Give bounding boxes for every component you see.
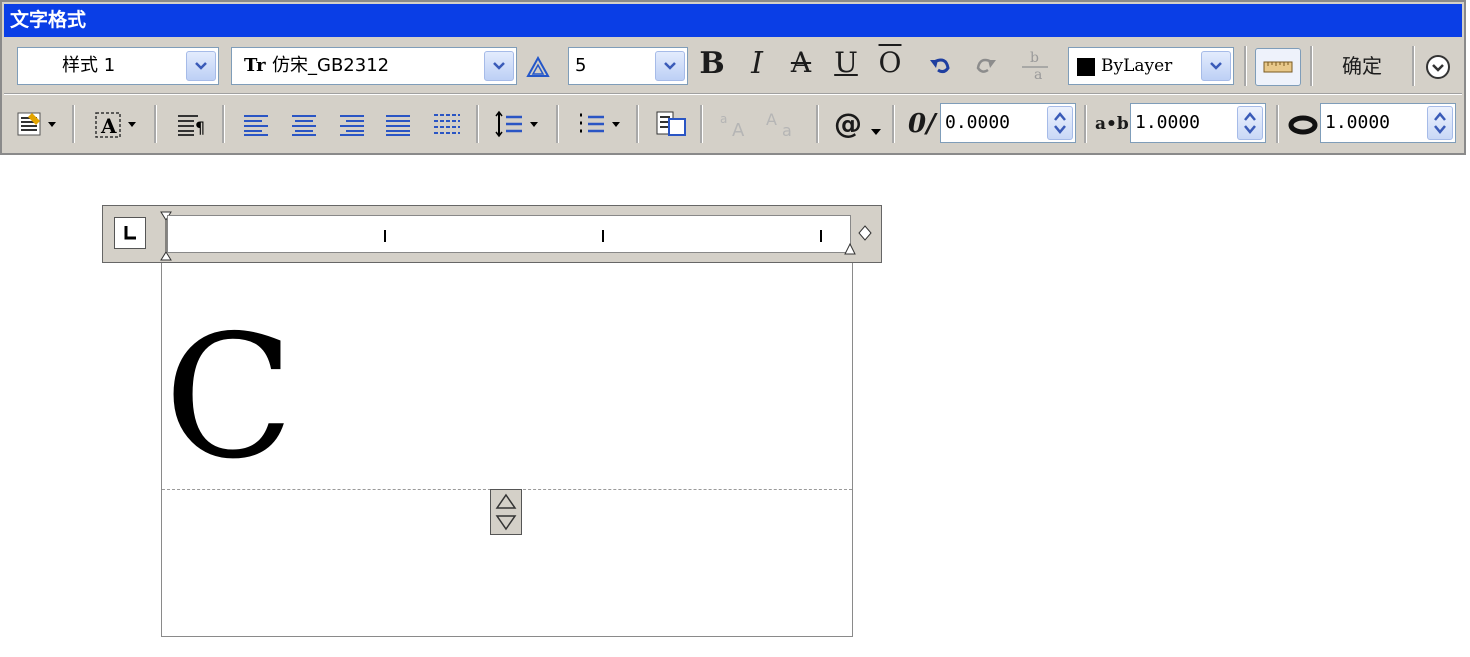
separator bbox=[700, 105, 703, 143]
annotative-icon[interactable] bbox=[526, 55, 550, 82]
tracking-icon: a•b bbox=[1095, 114, 1129, 134]
separator bbox=[1310, 46, 1313, 86]
toolbar-row-1: 样式 1 Tr 仿宋_GB2312 5 B I A U O b a ByLaye… bbox=[4, 40, 1462, 94]
font-select[interactable]: Tr 仿宋_GB2312 bbox=[231, 47, 517, 85]
chevron-down-icon[interactable] bbox=[1201, 51, 1231, 81]
insert-field-icon[interactable] bbox=[654, 109, 688, 143]
svg-text:a: a bbox=[1034, 67, 1042, 82]
width-factor-input[interactable]: 1.0000 bbox=[1320, 103, 1456, 143]
right-indent-icon[interactable] bbox=[843, 242, 857, 262]
separator bbox=[154, 105, 157, 143]
ruler-icon bbox=[1263, 61, 1293, 73]
uppercase-icon[interactable]: aA bbox=[718, 109, 754, 143]
align-left-icon[interactable] bbox=[242, 113, 270, 141]
separator bbox=[476, 105, 479, 143]
spinner-icon[interactable] bbox=[1047, 106, 1073, 140]
paragraph-icon[interactable]: ¶ bbox=[176, 113, 210, 141]
chevron-down-icon[interactable] bbox=[655, 51, 685, 81]
separator bbox=[556, 105, 559, 143]
column-dropdown-icon[interactable] bbox=[16, 111, 62, 141]
align-right-icon[interactable] bbox=[338, 113, 366, 141]
separator bbox=[892, 105, 895, 143]
stack-fraction-icon[interactable]: ba bbox=[1020, 48, 1050, 86]
separator bbox=[816, 105, 819, 143]
oblique-angle-input[interactable]: 0.0000 bbox=[940, 103, 1076, 143]
separator bbox=[1276, 105, 1279, 143]
tracking-input[interactable]: 1.0000 bbox=[1130, 103, 1266, 143]
chevron-down-icon[interactable] bbox=[484, 51, 514, 81]
resize-arrows-icon bbox=[495, 493, 517, 531]
underline-button[interactable]: U bbox=[830, 46, 862, 79]
color-swatch bbox=[1077, 58, 1095, 76]
chevron-down-icon[interactable] bbox=[870, 121, 882, 140]
svg-text:A: A bbox=[732, 120, 745, 139]
style-select[interactable]: 样式 1 bbox=[17, 47, 219, 85]
left-tab-icon bbox=[124, 226, 136, 240]
distribute-icon[interactable] bbox=[432, 111, 462, 141]
chevron-down-icon[interactable] bbox=[186, 51, 216, 81]
toolbar-row-2: A ¶ a A A a @ 0/ 0.0000 a•b 1.0000 1.000… bbox=[4, 94, 1462, 153]
svg-text:a: a bbox=[720, 112, 727, 126]
oblique-angle-value: 0.0000 bbox=[945, 112, 1011, 133]
oblique-angle-icon: 0/ bbox=[908, 109, 936, 139]
italic-button[interactable]: I bbox=[741, 46, 773, 81]
ruler-strip[interactable] bbox=[167, 215, 851, 253]
spinner-icon[interactable] bbox=[1427, 106, 1453, 140]
width-handle-icon[interactable] bbox=[857, 224, 873, 246]
strikethrough-button[interactable]: A bbox=[785, 46, 817, 79]
overline-button[interactable]: O bbox=[874, 46, 906, 79]
width-factor-icon bbox=[1288, 115, 1318, 139]
text-height-value: 5 bbox=[575, 55, 587, 76]
ruler-tick bbox=[820, 230, 822, 242]
lowercase-icon[interactable]: Aa bbox=[764, 109, 800, 143]
separator bbox=[636, 105, 639, 143]
tab-type-button[interactable] bbox=[114, 217, 146, 249]
mtext-justification-icon[interactable]: A bbox=[92, 109, 144, 143]
ruler-toggle-button[interactable] bbox=[1255, 48, 1301, 86]
svg-text:A: A bbox=[766, 110, 777, 129]
color-select-value: ByLayer bbox=[1101, 56, 1173, 76]
line-spacing-icon[interactable] bbox=[494, 109, 546, 143]
text-height-select[interactable]: 5 bbox=[568, 47, 688, 85]
options-chevron-icon[interactable] bbox=[1425, 54, 1451, 84]
ruler-tick bbox=[602, 230, 604, 242]
ok-button[interactable]: 确定 bbox=[1322, 50, 1402, 82]
undo-icon[interactable] bbox=[928, 58, 954, 80]
svg-text:A: A bbox=[100, 114, 117, 138]
tracking-value: 1.0000 bbox=[1135, 112, 1201, 133]
font-select-value: 仿宋_GB2312 bbox=[272, 55, 390, 76]
numbering-icon[interactable] bbox=[576, 109, 628, 143]
align-center-icon[interactable] bbox=[290, 113, 318, 141]
window-title: 文字格式 bbox=[4, 4, 1462, 37]
justify-icon[interactable] bbox=[384, 113, 412, 141]
separator bbox=[72, 105, 75, 143]
separator bbox=[1412, 46, 1415, 86]
separator bbox=[1244, 46, 1247, 86]
spinner-icon[interactable] bbox=[1237, 106, 1263, 140]
mtext-editor[interactable]: C bbox=[161, 263, 853, 637]
separator bbox=[222, 105, 225, 143]
redo-icon[interactable] bbox=[972, 58, 998, 80]
color-select[interactable]: ByLayer bbox=[1068, 47, 1234, 85]
width-factor-value: 1.0000 bbox=[1325, 112, 1391, 133]
editor-ruler[interactable] bbox=[102, 205, 882, 263]
svg-text:b: b bbox=[1030, 50, 1039, 66]
symbol-button[interactable]: @ bbox=[834, 109, 862, 139]
text-format-toolbar: 文字格式 样式 1 Tr 仿宋_GB2312 5 B I A U O b a B… bbox=[0, 0, 1466, 155]
bold-button[interactable]: B bbox=[696, 46, 728, 81]
svg-text:a: a bbox=[782, 121, 792, 139]
ruler-tick bbox=[384, 230, 386, 242]
svg-text:¶: ¶ bbox=[195, 118, 205, 137]
height-resize-handle[interactable] bbox=[490, 489, 522, 535]
truetype-icon: Tr bbox=[244, 55, 266, 76]
style-select-value: 样式 1 bbox=[62, 55, 116, 76]
editor-text[interactable]: C bbox=[164, 313, 294, 483]
separator bbox=[1084, 105, 1087, 143]
